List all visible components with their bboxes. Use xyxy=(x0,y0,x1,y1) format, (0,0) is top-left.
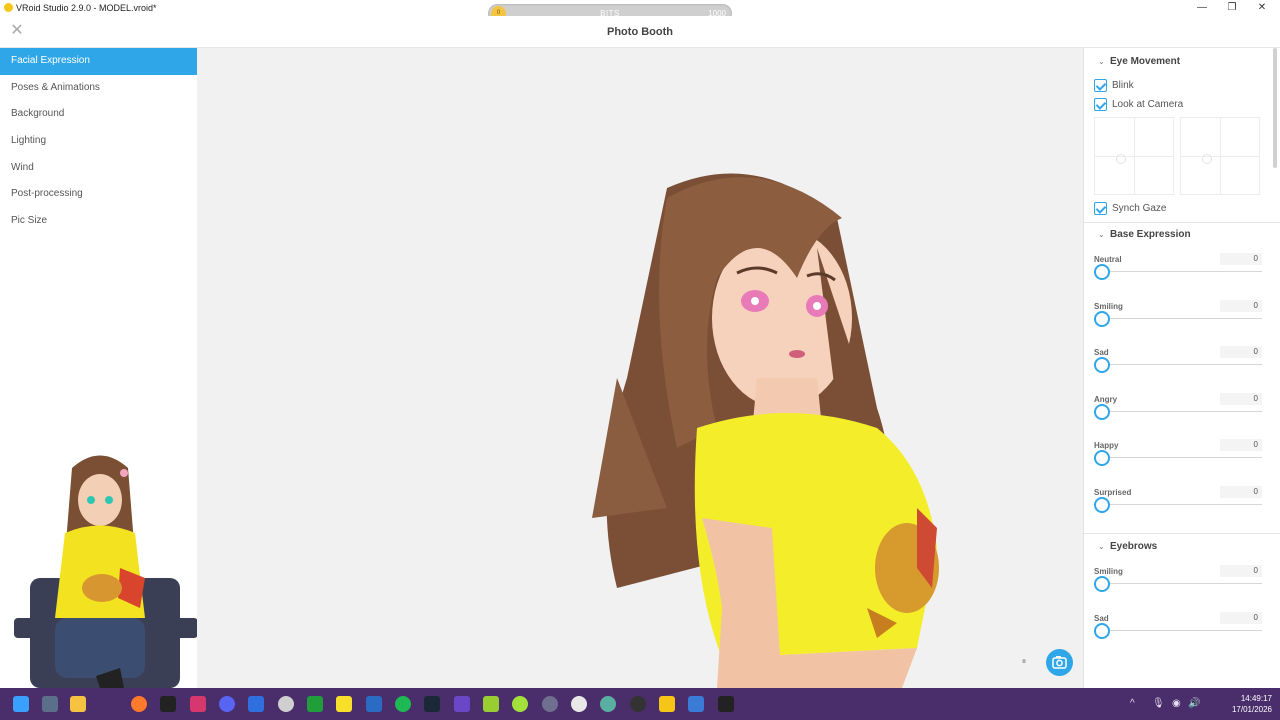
slider-eyebrows-sad[interactable]: Sad 0 xyxy=(1094,612,1262,654)
camera-icon[interactable] xyxy=(1046,649,1073,676)
maximize-button[interactable]: ❐ xyxy=(1224,1,1240,15)
sidebar-item-post-processing[interactable]: Post-processing xyxy=(0,181,197,208)
left-sidebar: Facial Expression Poses & Animations Bac… xyxy=(0,48,198,688)
look-at-camera-checkbox[interactable]: Look at Camera xyxy=(1094,98,1183,111)
panel-scrollbar[interactable] xyxy=(1273,48,1277,168)
slider-value[interactable]: 0 xyxy=(1220,565,1262,577)
slider-thumb[interactable] xyxy=(1094,311,1110,327)
slider-angry[interactable]: Angry 0 xyxy=(1094,393,1262,435)
chevron-down-icon: ⌄ xyxy=(1098,230,1105,239)
checkbox-icon xyxy=(1094,98,1107,111)
sidebar-item-lighting[interactable]: Lighting xyxy=(0,128,197,155)
camera-glyph xyxy=(1052,656,1067,669)
slider-thumb[interactable] xyxy=(1094,576,1110,592)
discord-icon[interactable] xyxy=(219,696,235,712)
slider-thumb[interactable] xyxy=(1094,404,1110,420)
slider-value[interactable]: 0 xyxy=(1220,346,1262,358)
base-expression-header[interactable]: ⌄ Base Expression xyxy=(1098,229,1191,240)
eyebrows-header[interactable]: ⌄ Eyebrows xyxy=(1098,541,1157,552)
tray-overflow-icon[interactable]: ^ xyxy=(1130,698,1135,709)
slider-neutral[interactable]: Neutral 0 xyxy=(1094,253,1262,295)
slider-value[interactable]: 0 xyxy=(1220,612,1262,624)
windows-start-icon[interactable] xyxy=(13,696,29,712)
synch-gaze-checkbox[interactable]: Synch Gaze xyxy=(1094,202,1166,215)
right-eye-gaze-pad[interactable] xyxy=(1180,117,1260,195)
left-eye-gaze-pad[interactable] xyxy=(1094,117,1174,195)
page-title: Photo Booth xyxy=(607,26,673,38)
slider-thumb[interactable] xyxy=(1094,264,1110,280)
slider-thumb[interactable] xyxy=(1094,357,1110,373)
character-model xyxy=(592,173,939,688)
system-clock[interactable]: 14:49:17 17/01/2026 xyxy=(1202,693,1272,715)
slider-eyebrows-smiling[interactable]: Smiling 0 xyxy=(1094,565,1262,607)
slider-thumb[interactable] xyxy=(1094,450,1110,466)
slider-value[interactable]: 0 xyxy=(1220,393,1262,405)
file-explorer-icon[interactable] xyxy=(70,696,86,712)
minimize-button[interactable]: — xyxy=(1194,1,1210,15)
vroid-studio-icon[interactable] xyxy=(659,696,675,712)
sidebar-item-pic-size[interactable]: Pic Size xyxy=(0,208,197,235)
volume-icon[interactable]: 🔊 xyxy=(1188,698,1200,709)
app-icon-17[interactable] xyxy=(571,696,587,712)
photo-booth-header: ✕ Photo Booth xyxy=(0,16,1280,48)
wifi-icon[interactable]: ◉ xyxy=(1172,698,1181,709)
eye-movement-header[interactable]: ⌄ Eye Movement xyxy=(1098,56,1180,67)
app-icon-14[interactable] xyxy=(483,696,499,712)
obs-icon[interactable] xyxy=(630,696,646,712)
sidebar-item-background[interactable]: Background xyxy=(0,101,197,128)
chevron-down-icon: ⌄ xyxy=(1098,542,1105,551)
chatgpt-icon[interactable] xyxy=(278,696,294,712)
sidebar-item-poses-animations[interactable]: Poses & Animations xyxy=(0,75,197,102)
checkbox-icon xyxy=(1094,202,1107,215)
steam-icon[interactable] xyxy=(424,696,440,712)
vroid-app-icon xyxy=(4,3,13,12)
taskbar: ^ 🎙 ◉ 🔊 14:49:17 17/01/2026 xyxy=(0,688,1280,720)
sidebar-item-wind[interactable]: Wind xyxy=(0,155,197,182)
app-icon-22[interactable] xyxy=(718,696,734,712)
microphone-icon[interactable]: 🎙 xyxy=(1152,698,1165,709)
app-icon-21[interactable] xyxy=(688,696,704,712)
chevron-down-icon: ⌄ xyxy=(1098,57,1105,66)
pause-icon[interactable]: ⏸ xyxy=(1017,654,1031,668)
xbox-icon[interactable] xyxy=(307,696,323,712)
app-icon-18[interactable] xyxy=(600,696,616,712)
app-icon-16[interactable] xyxy=(542,696,558,712)
sidebar-item-facial-expression[interactable]: Facial Expression xyxy=(0,48,197,75)
checkbox-icon xyxy=(1094,79,1107,92)
close-window-button[interactable]: ✕ xyxy=(1254,1,1270,15)
slider-smiling[interactable]: Smiling 0 xyxy=(1094,300,1262,342)
app-icon-6[interactable] xyxy=(248,696,264,712)
3d-viewport[interactable]: ⏸ xyxy=(197,48,1083,688)
right-settings-panel: ⌄ Eye Movement Blink Look at Camera Synch… xyxy=(1083,48,1280,688)
slider-sad[interactable]: Sad 0 xyxy=(1094,346,1262,388)
app-icon-10[interactable] xyxy=(366,696,382,712)
firefox-icon[interactable] xyxy=(131,696,147,712)
slider-value[interactable]: 0 xyxy=(1220,300,1262,312)
slider-value[interactable]: 0 xyxy=(1220,439,1262,451)
app-icon-3[interactable] xyxy=(160,696,176,712)
blink-checkbox[interactable]: Blink xyxy=(1094,79,1134,92)
sticky-notes-icon[interactable] xyxy=(336,696,352,712)
task-view-icon[interactable] xyxy=(42,696,58,712)
app-icon-13[interactable] xyxy=(454,696,470,712)
window-title: VRoid Studio 2.9.0 - MODEL.vroid* xyxy=(16,3,157,13)
slider-value[interactable]: 0 xyxy=(1220,486,1262,498)
slider-thumb[interactable] xyxy=(1094,497,1110,513)
slider-thumb[interactable] xyxy=(1094,623,1110,639)
slider-surprised[interactable]: Surprised 0 xyxy=(1094,486,1262,528)
slider-value[interactable]: 0 xyxy=(1220,253,1262,265)
spotify-icon[interactable] xyxy=(395,696,411,712)
slider-happy[interactable]: Happy 0 xyxy=(1094,439,1262,481)
app-icon-15[interactable] xyxy=(512,696,528,712)
instagram-icon[interactable] xyxy=(190,696,206,712)
webcam-avatar-overlay xyxy=(14,455,198,688)
